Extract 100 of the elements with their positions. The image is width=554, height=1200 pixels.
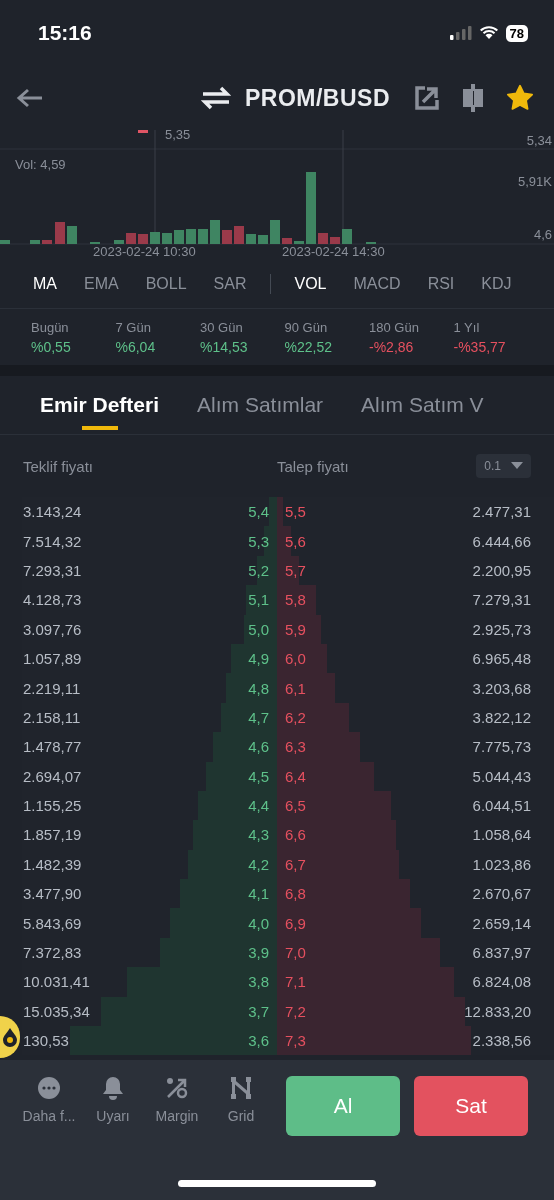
ask-quantity: 7.279,31 <box>472 591 531 609</box>
ask-price: 6,4 <box>285 767 306 785</box>
volume-bar <box>67 226 77 244</box>
ask-quantity: 6.965,48 <box>472 650 531 668</box>
indicator-tab[interactable]: BOLL <box>145 275 187 293</box>
ask-price: 6,9 <box>285 914 306 932</box>
change-value: %6,04 <box>115 338 157 355</box>
bid-price: 3,7 <box>248 1002 269 1020</box>
more-icon[interactable] <box>37 1076 61 1100</box>
bid-quantity: 3.143,24 <box>23 503 82 521</box>
ask-price: 6,0 <box>285 650 306 668</box>
volume-bar <box>294 241 304 244</box>
period-label: 90 Gün <box>284 319 329 335</box>
bid-price: 4,6 <box>248 738 269 756</box>
indicator-tab[interactable]: KDJ <box>481 275 512 293</box>
bid-quantity: 2.219,11 <box>23 679 81 697</box>
indicator-tab[interactable]: RSI <box>427 275 455 293</box>
bid-price: 4,9 <box>248 650 269 668</box>
indicator-tab[interactable]: SAR <box>213 275 247 293</box>
bid-price: 4,5 <box>248 767 269 785</box>
nav-label[interactable]: Uyarı <box>96 1108 130 1124</box>
volume-bar <box>210 220 220 244</box>
bid-quantity: 1.478,77 <box>23 738 82 756</box>
sell-button[interactable]: Sat <box>414 1076 528 1136</box>
grid-bot-icon[interactable] <box>230 1076 252 1100</box>
bid-quantity: 3.477,90 <box>23 885 82 903</box>
nav-label[interactable]: Margin <box>155 1108 199 1124</box>
bid-quantity: 1.057,89 <box>23 650 82 668</box>
floating-button[interactable] <box>0 1016 20 1058</box>
volume-bar <box>198 229 208 244</box>
axis-label: 5,91K <box>518 174 552 189</box>
ask-price: 6,7 <box>285 855 306 873</box>
drop-icon <box>2 1027 18 1047</box>
ask-price: 6,1 <box>285 679 306 697</box>
volume-bar <box>258 235 268 244</box>
ask-price: 7,1 <box>285 973 306 991</box>
volume-bar <box>138 234 148 244</box>
period-label: Bugün <box>31 319 70 335</box>
bid-price: 4,4 <box>248 797 269 815</box>
change-value: %0,55 <box>31 338 72 355</box>
indicator-tab[interactable]: EMA <box>84 275 119 293</box>
bid-price: 4,1 <box>248 885 269 903</box>
ask-quantity: 5.044,43 <box>472 767 531 785</box>
bid-price: 5,3 <box>248 532 269 550</box>
bell-icon[interactable] <box>102 1076 124 1100</box>
ask-quantity: 3.822,12 <box>472 708 531 726</box>
bid-quantity: 5.843,69 <box>23 914 82 932</box>
bid-quantity: 130,53 <box>23 1032 69 1050</box>
bid-quantity: 7.514,32 <box>23 532 82 550</box>
percent-arrow-icon[interactable] <box>165 1076 189 1100</box>
back-arrow-icon[interactable] <box>16 88 44 108</box>
ask-price: 7,2 <box>285 1002 306 1020</box>
candlestick-icon[interactable] <box>460 84 486 112</box>
ask-price: 5,8 <box>285 591 306 609</box>
volume-bar <box>246 234 256 244</box>
volume-bar <box>186 229 196 244</box>
ask-quantity: 2.670,67 <box>472 885 531 903</box>
ask-quantity: 6.044,51 <box>472 797 531 815</box>
ask-quantity: 6.824,08 <box>472 973 531 991</box>
bid-price: 4,2 <box>248 855 269 873</box>
ask-price: 7,0 <box>285 944 306 962</box>
indicator-tab[interactable]: VOL <box>294 275 327 293</box>
nav-label[interactable]: Grid <box>227 1108 255 1124</box>
swap-icon[interactable] <box>200 86 231 110</box>
bid-price: 3,6 <box>248 1032 269 1050</box>
share-icon[interactable] <box>414 85 440 111</box>
indicator-tab[interactable]: MACD <box>353 275 401 293</box>
section-tab[interactable]: Alım Satım V <box>361 376 484 434</box>
volume-bar <box>30 240 40 244</box>
bid-quantity: 7.372,83 <box>23 944 82 962</box>
volume-bar <box>174 230 184 244</box>
volume-bar <box>150 232 160 244</box>
favorite-star-icon[interactable] <box>506 84 534 112</box>
axis-label: 5,34 <box>526 133 552 148</box>
nav-label[interactable]: Daha f... <box>22 1108 76 1124</box>
ask-quantity: 3.203,68 <box>472 679 531 697</box>
ask-quantity: 12.833,20 <box>464 1002 531 1020</box>
ask-quantity: 1.023,86 <box>472 855 531 873</box>
axis-label: 4,6 <box>533 227 552 242</box>
bid-quantity: 1.857,19 <box>23 826 82 844</box>
precision-dropdown[interactable]: 0.1 <box>476 454 531 478</box>
volume-bar <box>306 172 316 244</box>
period-label: 1 Yıl <box>453 319 481 335</box>
indicator-tab[interactable]: MA <box>33 275 57 293</box>
time-label: 2023-02-24 10:30 <box>93 244 196 259</box>
ask-quantity: 2.338,56 <box>472 1032 531 1050</box>
change-value: -%35,77 <box>453 338 507 355</box>
status-time: 15:16 <box>38 21 92 45</box>
ask-price: 5,7 <box>285 561 306 579</box>
volume-bar <box>342 229 352 244</box>
ask-price: 5,9 <box>285 620 306 638</box>
bid-price: 4,3 <box>248 826 269 844</box>
bid-quantity: 2.158,11 <box>23 708 81 726</box>
section-tab[interactable]: Alım Satımlar <box>197 376 324 434</box>
bid-quantity: 15.035,34 <box>23 1002 90 1020</box>
change-value: -%2,86 <box>369 338 415 355</box>
ask-price: 5,5 <box>285 503 306 521</box>
ask-price: 7,3 <box>285 1032 306 1050</box>
ask-quantity: 6.444,66 <box>472 532 531 550</box>
column-header: Teklif fiyatı <box>23 457 95 475</box>
